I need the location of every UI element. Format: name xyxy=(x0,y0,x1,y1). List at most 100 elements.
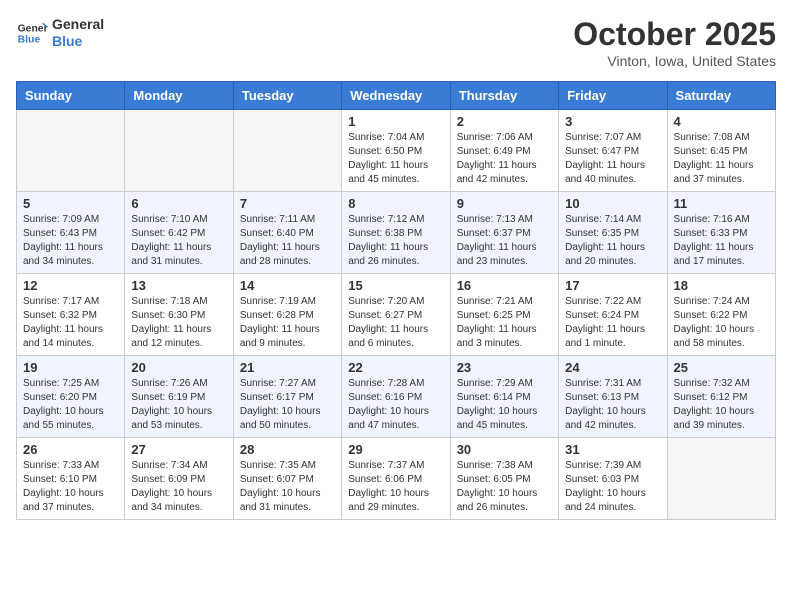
calendar-cell: 17Sunrise: 7:22 AM Sunset: 6:24 PM Dayli… xyxy=(559,274,667,356)
day-number: 19 xyxy=(23,360,118,375)
day-info: Sunrise: 7:14 AM Sunset: 6:35 PM Dayligh… xyxy=(565,213,660,269)
calendar-cell: 27Sunrise: 7:34 AM Sunset: 6:09 PM Dayli… xyxy=(125,438,233,520)
day-number: 13 xyxy=(131,278,226,293)
logo-icon: General Blue xyxy=(16,17,48,49)
calendar-cell: 20 Sunrise: 7:26 AM Sunset: 6:19 PM Dayli… xyxy=(125,356,233,438)
calendar-cell: 10Sunrise: 7:14 AM Sunset: 6:35 PM Dayli… xyxy=(559,192,667,274)
day-info: Sunrise: 7:12 AM Sunset: 6:38 PM Dayligh… xyxy=(348,213,443,269)
day-info: Sunrise: 7:33 AM Sunset: 6:10 PM Dayligh… xyxy=(23,459,118,515)
calendar-cell: 14Sunrise: 7:19 AM Sunset: 6:28 PM Dayli… xyxy=(233,274,341,356)
day-info: Sunrise: 7:17 AM Sunset: 6:32 PM Dayligh… xyxy=(23,295,118,351)
calendar-cell: 2 Sunrise: 7:06 AM Sunset: 6:49 PM Daylig… xyxy=(450,110,558,192)
calendar-cell: 6Sunrise: 7:10 AM Sunset: 6:42 PM Daylig… xyxy=(125,192,233,274)
day-number: 22 xyxy=(348,360,443,375)
day-info: Sunrise: 7:31 AM Sunset: 6:13 PM Dayligh… xyxy=(565,377,660,433)
calendar: SundayMondayTuesdayWednesdayThursdayFrid… xyxy=(16,81,776,520)
calendar-cell: 23Sunrise: 7:29 AM Sunset: 6:14 PM Dayli… xyxy=(450,356,558,438)
day-info: Sunrise: 7:18 AM Sunset: 6:30 PM Dayligh… xyxy=(131,295,226,351)
day-number: 2 xyxy=(457,114,552,129)
calendar-cell: 15 Sunrise: 7:20 AM Sunset: 6:27 PM Dayli… xyxy=(342,274,450,356)
calendar-cell: 18 Sunrise: 7:24 AM Sunset: 6:22 PM Dayli… xyxy=(667,274,775,356)
day-number: 12 xyxy=(23,278,118,293)
day-info: Sunrise: 7:09 AM Sunset: 6:43 PM Dayligh… xyxy=(23,213,118,269)
calendar-week-row: 5 Sunrise: 7:09 AM Sunset: 6:43 PM Daylig… xyxy=(17,192,776,274)
day-info: Sunrise: 7:35 AM Sunset: 6:07 PM Dayligh… xyxy=(240,459,335,515)
calendar-cell: 13 Sunrise: 7:18 AM Sunset: 6:30 PM Dayli… xyxy=(125,274,233,356)
day-number: 7 xyxy=(240,196,335,211)
calendar-cell: 12 Sunrise: 7:17 AM Sunset: 6:32 PM Dayli… xyxy=(17,274,125,356)
calendar-cell: 7 Sunrise: 7:11 AM Sunset: 6:40 PM Daylig… xyxy=(233,192,341,274)
day-info: Sunrise: 7:08 AM Sunset: 6:45 PM Dayligh… xyxy=(674,131,769,187)
day-number: 29 xyxy=(348,442,443,457)
month-title: October 2025 xyxy=(573,16,776,53)
calendar-cell: 9Sunrise: 7:13 AM Sunset: 6:37 PM Daylig… xyxy=(450,192,558,274)
calendar-cell: 3Sunrise: 7:07 AM Sunset: 6:47 PM Daylig… xyxy=(559,110,667,192)
calendar-week-row: 1 Sunrise: 7:04 AM Sunset: 6:50 PM Daylig… xyxy=(17,110,776,192)
day-info: Sunrise: 7:16 AM Sunset: 6:33 PM Dayligh… xyxy=(674,213,769,269)
calendar-cell: 26Sunrise: 7:33 AM Sunset: 6:10 PM Dayli… xyxy=(17,438,125,520)
calendar-cell: 25 Sunrise: 7:32 AM Sunset: 6:12 PM Dayli… xyxy=(667,356,775,438)
day-info: Sunrise: 7:25 AM Sunset: 6:20 PM Dayligh… xyxy=(23,377,118,433)
calendar-cell: 30 Sunrise: 7:38 AM Sunset: 6:05 PM Dayli… xyxy=(450,438,558,520)
day-number: 24 xyxy=(565,360,660,375)
day-number: 18 xyxy=(674,278,769,293)
calendar-week-row: 26Sunrise: 7:33 AM Sunset: 6:10 PM Dayli… xyxy=(17,438,776,520)
day-info: Sunrise: 7:32 AM Sunset: 6:12 PM Dayligh… xyxy=(674,377,769,433)
day-info: Sunrise: 7:06 AM Sunset: 6:49 PM Dayligh… xyxy=(457,131,552,187)
calendar-cell: 16Sunrise: 7:21 AM Sunset: 6:25 PM Dayli… xyxy=(450,274,558,356)
calendar-cell: 5 Sunrise: 7:09 AM Sunset: 6:43 PM Daylig… xyxy=(17,192,125,274)
day-info: Sunrise: 7:07 AM Sunset: 6:47 PM Dayligh… xyxy=(565,131,660,187)
calendar-cell: 24 Sunrise: 7:31 AM Sunset: 6:13 PM Dayli… xyxy=(559,356,667,438)
day-number: 1 xyxy=(348,114,443,129)
weekday-header-monday: Monday xyxy=(125,82,233,110)
day-info: Sunrise: 7:11 AM Sunset: 6:40 PM Dayligh… xyxy=(240,213,335,269)
calendar-cell xyxy=(17,110,125,192)
day-number: 21 xyxy=(240,360,335,375)
day-info: Sunrise: 7:04 AM Sunset: 6:50 PM Dayligh… xyxy=(348,131,443,187)
day-number: 4 xyxy=(674,114,769,129)
day-info: Sunrise: 7:39 AM Sunset: 6:03 PM Dayligh… xyxy=(565,459,660,515)
weekday-header-sunday: Sunday xyxy=(17,82,125,110)
calendar-cell: 22Sunrise: 7:28 AM Sunset: 6:16 PM Dayli… xyxy=(342,356,450,438)
calendar-cell: 11 Sunrise: 7:16 AM Sunset: 6:33 PM Dayli… xyxy=(667,192,775,274)
day-number: 15 xyxy=(348,278,443,293)
day-info: Sunrise: 7:24 AM Sunset: 6:22 PM Dayligh… xyxy=(674,295,769,351)
day-info: Sunrise: 7:26 AM Sunset: 6:19 PM Dayligh… xyxy=(131,377,226,433)
day-number: 28 xyxy=(240,442,335,457)
weekday-header-friday: Friday xyxy=(559,82,667,110)
day-info: Sunrise: 7:29 AM Sunset: 6:14 PM Dayligh… xyxy=(457,377,552,433)
svg-text:Blue: Blue xyxy=(18,34,41,45)
day-info: Sunrise: 7:20 AM Sunset: 6:27 PM Dayligh… xyxy=(348,295,443,351)
logo-text: General Blue xyxy=(52,16,104,50)
day-info: Sunrise: 7:34 AM Sunset: 6:09 PM Dayligh… xyxy=(131,459,226,515)
calendar-cell: 4 Sunrise: 7:08 AM Sunset: 6:45 PM Daylig… xyxy=(667,110,775,192)
location: Vinton, Iowa, United States xyxy=(573,53,776,69)
calendar-cell xyxy=(233,110,341,192)
weekday-header-wednesday: Wednesday xyxy=(342,82,450,110)
day-info: Sunrise: 7:37 AM Sunset: 6:06 PM Dayligh… xyxy=(348,459,443,515)
day-number: 31 xyxy=(565,442,660,457)
day-number: 6 xyxy=(131,196,226,211)
calendar-cell: 28 Sunrise: 7:35 AM Sunset: 6:07 PM Dayli… xyxy=(233,438,341,520)
calendar-week-row: 12 Sunrise: 7:17 AM Sunset: 6:32 PM Dayli… xyxy=(17,274,776,356)
calendar-header-row: SundayMondayTuesdayWednesdayThursdayFrid… xyxy=(17,82,776,110)
calendar-cell: 29 Sunrise: 7:37 AM Sunset: 6:06 PM Dayli… xyxy=(342,438,450,520)
calendar-cell: 1 Sunrise: 7:04 AM Sunset: 6:50 PM Daylig… xyxy=(342,110,450,192)
day-number: 20 xyxy=(131,360,226,375)
day-number: 11 xyxy=(674,196,769,211)
day-info: Sunrise: 7:13 AM Sunset: 6:37 PM Dayligh… xyxy=(457,213,552,269)
calendar-cell xyxy=(125,110,233,192)
day-number: 25 xyxy=(674,360,769,375)
day-info: Sunrise: 7:38 AM Sunset: 6:05 PM Dayligh… xyxy=(457,459,552,515)
day-number: 5 xyxy=(23,196,118,211)
day-info: Sunrise: 7:21 AM Sunset: 6:25 PM Dayligh… xyxy=(457,295,552,351)
day-info: Sunrise: 7:19 AM Sunset: 6:28 PM Dayligh… xyxy=(240,295,335,351)
calendar-cell xyxy=(667,438,775,520)
weekday-header-tuesday: Tuesday xyxy=(233,82,341,110)
day-number: 30 xyxy=(457,442,552,457)
calendar-cell: 21Sunrise: 7:27 AM Sunset: 6:17 PM Dayli… xyxy=(233,356,341,438)
page-header: General Blue General Blue October 2025 V… xyxy=(16,16,776,69)
calendar-week-row: 19 Sunrise: 7:25 AM Sunset: 6:20 PM Dayli… xyxy=(17,356,776,438)
calendar-cell: 31 Sunrise: 7:39 AM Sunset: 6:03 PM Dayli… xyxy=(559,438,667,520)
weekday-header-saturday: Saturday xyxy=(667,82,775,110)
